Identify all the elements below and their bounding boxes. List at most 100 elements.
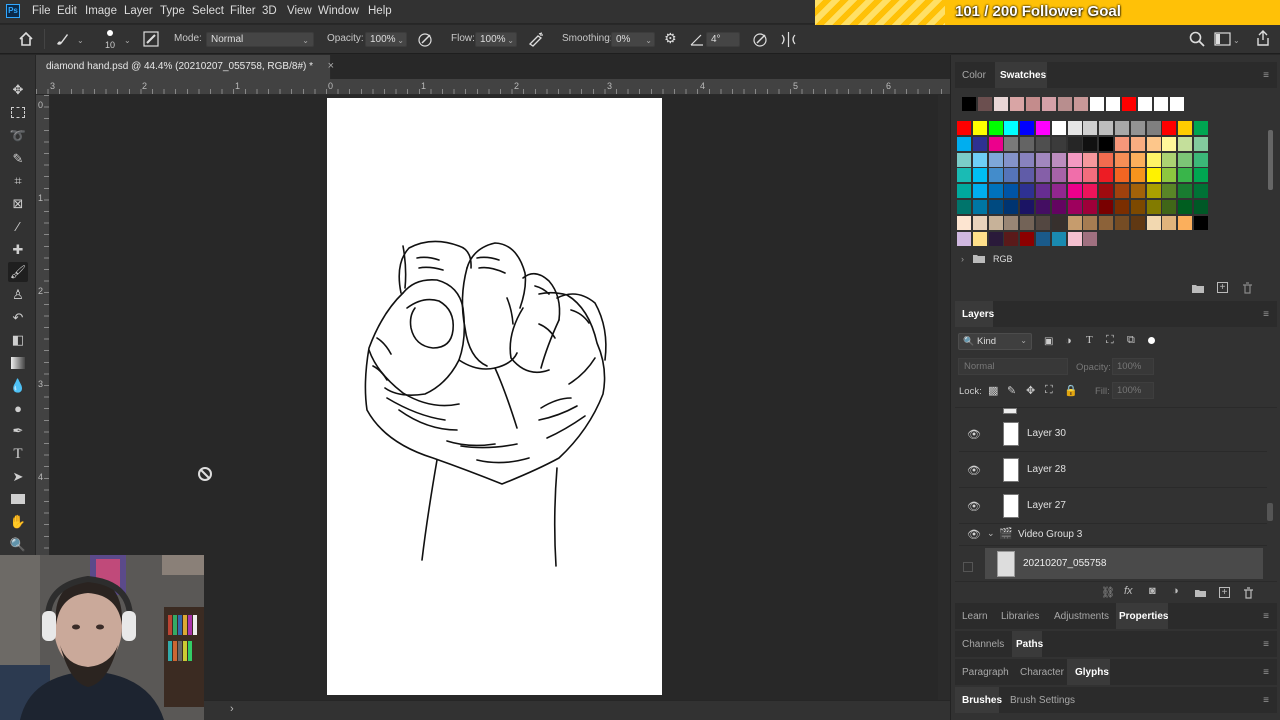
hand-tool-icon[interactable]: ✋ xyxy=(8,512,28,532)
workspace-icon[interactable] xyxy=(1214,32,1232,46)
new-group-icon[interactable] xyxy=(1194,588,1207,598)
filter-toggle-icon[interactable] xyxy=(1148,337,1155,344)
color-swatch[interactable] xyxy=(1036,168,1050,183)
color-swatch[interactable] xyxy=(1051,200,1066,214)
color-swatch[interactable] xyxy=(988,215,1003,230)
color-swatch[interactable] xyxy=(957,231,971,246)
color-swatch[interactable] xyxy=(1004,152,1019,167)
pressure-size-icon[interactable] xyxy=(752,32,768,47)
color-swatch[interactable] xyxy=(972,184,987,199)
color-swatch[interactable] xyxy=(1051,121,1066,135)
gradient-tool-icon[interactable] xyxy=(8,353,28,373)
chevron-down-icon[interactable]: ⌄ xyxy=(1233,36,1240,45)
mode-select[interactable]: Normal ⌄ xyxy=(206,32,314,47)
document-canvas[interactable] xyxy=(327,98,662,695)
color-swatch[interactable] xyxy=(988,121,1003,135)
color-swatch[interactable] xyxy=(1194,168,1208,183)
color-swatch[interactable] xyxy=(972,215,987,230)
color-swatch[interactable] xyxy=(1051,215,1066,230)
color-swatch[interactable] xyxy=(972,121,987,135)
color-swatch[interactable] xyxy=(1130,215,1145,230)
color-swatch[interactable] xyxy=(1170,97,1184,111)
layer-filter-select[interactable]: 🔍 Kind ⌄ xyxy=(958,333,1032,350)
menu-3d[interactable]: 3D xyxy=(262,5,277,17)
brush-tool-icon[interactable]: 🖌 xyxy=(8,262,28,282)
color-swatch[interactable] xyxy=(1162,152,1177,167)
smoothing-input[interactable]: 0% ⌄ xyxy=(611,32,655,47)
tab-paragraph[interactable]: Paragraph xyxy=(962,667,1009,678)
eye-icon[interactable]: 👁 xyxy=(967,528,981,541)
color-swatch[interactable] xyxy=(1036,136,1050,151)
color-swatch[interactable] xyxy=(1146,184,1161,199)
eye-icon[interactable]: 👁 xyxy=(967,428,981,441)
color-swatch[interactable] xyxy=(1146,200,1161,214)
layer-opacity-input[interactable]: 100% xyxy=(1112,358,1154,375)
trash-icon[interactable] xyxy=(1243,587,1254,599)
lock-image-icon[interactable]: ✎ xyxy=(1007,384,1016,397)
brush-settings-icon[interactable] xyxy=(143,31,159,47)
angle-input[interactable]: 4° xyxy=(706,32,740,47)
flow-input[interactable]: 100% ⌄ xyxy=(475,32,517,47)
color-swatch[interactable] xyxy=(1162,136,1177,151)
chevron-down-icon[interactable]: ⌄ xyxy=(987,528,995,539)
color-swatch[interactable] xyxy=(1036,152,1050,167)
move-tool-icon[interactable]: ✥ xyxy=(8,80,28,100)
color-swatch[interactable] xyxy=(1115,136,1129,151)
color-swatch[interactable] xyxy=(988,152,1003,167)
search-icon[interactable] xyxy=(1189,31,1205,47)
color-swatch[interactable] xyxy=(1178,168,1193,183)
layer-mask-icon[interactable]: ◙ xyxy=(1149,585,1156,597)
color-swatch[interactable] xyxy=(1067,136,1082,151)
color-swatch[interactable] xyxy=(1083,231,1098,246)
document-tab[interactable]: diamond hand.psd @ 44.4% (20210207_05575… xyxy=(36,55,334,79)
video-layer-row-selected[interactable]: 20210207_055758 xyxy=(985,548,1263,579)
menu-select[interactable]: Select xyxy=(192,5,224,17)
marquee-tool-icon[interactable] xyxy=(8,103,28,123)
frame-tool-icon[interactable]: ⊠ xyxy=(8,194,28,214)
color-swatch[interactable] xyxy=(1020,200,1035,214)
color-swatch[interactable] xyxy=(1162,215,1177,230)
color-swatch[interactable] xyxy=(1194,215,1208,230)
tab-color[interactable]: Color xyxy=(962,70,986,81)
panel-menu-icon[interactable]: ≡ xyxy=(1263,70,1269,81)
lock-artboard-icon[interactable]: ⛶ xyxy=(1045,384,1053,397)
color-swatch[interactable] xyxy=(1083,168,1098,183)
color-swatch[interactable] xyxy=(1036,231,1050,246)
panel-menu-icon[interactable]: ≡ xyxy=(1263,309,1269,320)
healing-brush-tool-icon[interactable]: ✚ xyxy=(8,240,28,260)
color-swatch[interactable] xyxy=(972,152,987,167)
color-swatch[interactable] xyxy=(1146,136,1161,151)
color-swatch[interactable] xyxy=(1115,152,1129,167)
tab-glyphs[interactable]: Glyphs xyxy=(1075,667,1109,678)
color-swatch[interactable] xyxy=(1099,152,1114,167)
color-swatch[interactable] xyxy=(1090,97,1104,111)
color-swatch[interactable] xyxy=(994,97,1008,111)
color-swatch[interactable] xyxy=(1115,168,1129,183)
color-swatch[interactable] xyxy=(1130,200,1145,214)
color-swatch[interactable] xyxy=(1178,200,1193,214)
eyedropper-tool-icon[interactable]: ⁄ xyxy=(8,217,28,237)
tab-swatches[interactable]: Swatches xyxy=(1000,70,1046,81)
menu-help[interactable]: Help xyxy=(368,5,392,17)
color-swatch[interactable] xyxy=(1138,97,1152,111)
color-swatch[interactable] xyxy=(1067,231,1082,246)
eye-icon[interactable]: 👁 xyxy=(967,464,981,477)
filter-shape-icon[interactable]: ⛶ xyxy=(1106,334,1114,347)
color-swatch[interactable] xyxy=(1051,231,1066,246)
visibility-toggle-empty[interactable] xyxy=(963,562,973,572)
lock-transparent-icon[interactable]: ▩ xyxy=(988,384,998,397)
color-swatch[interactable] xyxy=(1004,231,1019,246)
color-swatch[interactable] xyxy=(1130,152,1145,167)
fx-icon[interactable]: fx xyxy=(1124,585,1133,597)
color-swatch[interactable] xyxy=(1051,184,1066,199)
tab-brush-settings[interactable]: Brush Settings xyxy=(1010,695,1075,706)
color-swatch[interactable] xyxy=(1036,215,1050,230)
home-icon[interactable] xyxy=(18,31,34,47)
tab-brushes[interactable]: Brushes xyxy=(962,695,1002,706)
color-swatch[interactable] xyxy=(988,200,1003,214)
color-swatch[interactable] xyxy=(1051,152,1066,167)
brush-tool-preset-icon[interactable] xyxy=(54,31,70,47)
color-swatch[interactable] xyxy=(1020,121,1035,135)
color-swatch[interactable] xyxy=(988,168,1003,183)
crop-tool-icon[interactable]: ⌗ xyxy=(8,171,28,191)
